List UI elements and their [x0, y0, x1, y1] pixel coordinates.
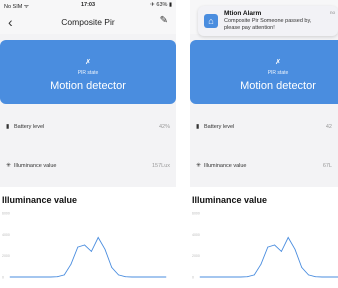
y-tick-label: 4000 [2, 233, 10, 237]
data-point [23, 276, 24, 278]
device-name: Motion detector [50, 80, 126, 92]
data-point [165, 276, 167, 278]
battery-row-right: ▮ Battery level 42 [196, 122, 332, 134]
device-status-card: ✗ PIR state Motion detector [0, 40, 176, 104]
data-point [111, 267, 113, 268]
notification-title: Mtion Alarm [224, 10, 262, 17]
illuminance-label: Illuminance value [14, 163, 57, 169]
battery-icon: ▮ [196, 124, 200, 130]
battery-value-right: 42 [325, 124, 332, 130]
data-point [287, 237, 289, 238]
battery-value: 42% [158, 124, 170, 130]
data-point [226, 276, 228, 278]
data-point [29, 276, 31, 278]
illuminance-series-line [200, 236, 338, 278]
data-point [335, 276, 337, 278]
illuminance-label: Illuminance value [204, 163, 247, 169]
data-point [308, 274, 309, 276]
data-point [206, 276, 208, 278]
battery-icon: ▮ [6, 124, 10, 130]
data-point [240, 276, 242, 278]
data-point [16, 276, 18, 278]
data-point [84, 244, 86, 246]
device-status-card-right: ✗ PIR state Motion detector [190, 40, 338, 104]
illuminance-row: ✳ Illuminance value 157Lux [6, 161, 170, 173]
y-tick-label: 0 [2, 276, 4, 280]
data-point [145, 276, 147, 278]
notification-banner[interactable]: ⌂ Mtion Alarm Composite Pir Someone pass… [198, 6, 338, 36]
data-point [77, 246, 79, 248]
data-point [219, 276, 221, 278]
battery-label: Battery level [204, 124, 235, 130]
data-point [158, 276, 160, 278]
data-point [267, 246, 269, 248]
data-point [36, 276, 38, 278]
page-title: Composite Pir [61, 17, 115, 27]
device-screen-left: No SIM ᯤ 17:03 ✈ 63% ▮ ‹ Composite Pir ✎… [0, 0, 176, 288]
data-point [131, 276, 133, 278]
y-tick-label: 2000 [2, 254, 10, 258]
data-point [152, 276, 153, 278]
data-point [233, 276, 235, 278]
home-app-icon: ⌂ [204, 14, 218, 28]
notification-time: no [329, 10, 335, 15]
data-point [260, 263, 262, 265]
chart-title: Illuminance value [192, 195, 268, 205]
data-point [57, 276, 58, 278]
battery-status: ✈ 63% ▮ [150, 2, 172, 8]
data-point [199, 276, 201, 278]
data-point [138, 276, 140, 278]
illuminance-chart: 0 2000 4000 6000 [2, 212, 167, 280]
illuminance-chart-right: 0 2000 4000 6000 [192, 212, 338, 280]
device-screen-right: ✗ PIR state Motion detector ▮ Battery le… [190, 0, 338, 288]
data-point [70, 263, 72, 265]
data-point [253, 274, 255, 276]
motion-state-icon: ✗ [85, 59, 91, 66]
illuminance-chart-panel-right: Illuminance value 0 2000 4000 6000 [190, 187, 338, 288]
battery-row: ▮ Battery level 42% [6, 122, 170, 134]
edit-pencil-icon[interactable]: ✎ [160, 15, 168, 26]
y-tick-label: 6000 [2, 212, 10, 216]
data-point [314, 276, 316, 278]
data-point [328, 276, 330, 278]
screenshot-pair: No SIM ᯤ 17:03 ✈ 63% ▮ ‹ Composite Pir ✎… [0, 0, 338, 288]
data-point [247, 276, 248, 278]
data-point [280, 251, 282, 252]
notification-message: Composite Pir Someone passed by, please … [224, 18, 312, 31]
data-point [274, 244, 276, 246]
illuminance-series-line [10, 236, 166, 278]
status-bar: No SIM ᯤ 17:03 ✈ 63% ▮ [0, 0, 176, 10]
data-point [118, 274, 119, 276]
data-point [43, 276, 45, 278]
y-tick-label: 2000 [192, 254, 200, 258]
data-point [124, 276, 126, 278]
device-name: Motion detector [240, 80, 316, 92]
nav-bar: ‹ Composite Pir ✎ [0, 10, 176, 34]
data-point [90, 251, 92, 252]
illuminance-chart-panel: Illuminance value 0 2000 4000 6000 [0, 187, 176, 288]
y-tick-label: 6000 [192, 212, 200, 216]
pir-state-label: PIR state [77, 70, 99, 76]
sun-icon: ✳ [196, 163, 202, 169]
data-point [97, 237, 99, 238]
data-point [301, 267, 303, 268]
data-point [213, 276, 214, 278]
sun-icon: ✳ [6, 163, 12, 169]
illuminance-row-right: ✳ Illuminance value 67L [196, 161, 332, 173]
data-point [50, 276, 52, 278]
data-point [321, 276, 323, 278]
y-tick-label: 4000 [192, 233, 200, 237]
data-point [9, 276, 11, 278]
illuminance-value: 157Lux [151, 163, 170, 169]
battery-label: Battery level [14, 124, 45, 130]
data-point [294, 248, 296, 250]
chart-title: Illuminance value [2, 195, 78, 205]
motion-state-icon: ✗ [275, 59, 281, 66]
data-point [104, 248, 106, 250]
data-point [63, 274, 65, 276]
y-tick-label: 0 [192, 276, 194, 280]
illuminance-value-right: 67L [322, 163, 332, 169]
pir-state-label: PIR state [267, 70, 289, 76]
